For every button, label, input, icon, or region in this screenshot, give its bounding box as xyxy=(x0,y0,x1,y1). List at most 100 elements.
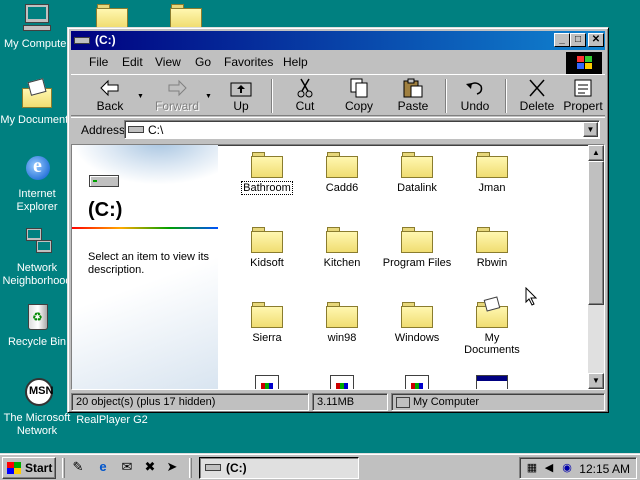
folder-item[interactable]: Datalink xyxy=(380,151,454,194)
show-desktop-icon[interactable]: ➤ xyxy=(163,459,181,475)
desktop-icon-label: RealPlayer G2 xyxy=(76,414,148,426)
cut-button[interactable]: Cut xyxy=(283,77,327,115)
volume-speaker-icon[interactable]: ◀ xyxy=(542,461,556,475)
desktop-icon-label: Internet Explorer xyxy=(16,188,58,213)
desktop-icon-label: My Documents xyxy=(0,114,74,126)
taskbar-window-button[interactable]: (C:) xyxy=(199,457,359,479)
desktop-icon-msn[interactable]: MSN The Microsoft Network xyxy=(0,378,75,438)
toolbar-separator xyxy=(445,79,447,113)
up-button[interactable]: Up xyxy=(219,77,263,115)
scissors-icon xyxy=(293,78,317,98)
folder-item[interactable]: win98 xyxy=(305,301,379,344)
folder-item[interactable]: Sierra xyxy=(230,301,304,344)
scroll-down-button[interactable]: ▼ xyxy=(588,373,604,389)
address-input[interactable]: C:\ ▼ xyxy=(124,120,600,139)
scheduler-icon[interactable]: ▦ xyxy=(525,461,539,475)
edit-pen-icon[interactable]: ✎ xyxy=(69,459,87,475)
desktop-icon-label: Network Neighborhood xyxy=(2,262,72,287)
computer-icon xyxy=(20,4,54,36)
scroll-up-button[interactable]: ▲ xyxy=(588,145,604,161)
paste-button[interactable]: Paste xyxy=(389,77,437,115)
folder-icon[interactable] xyxy=(170,4,202,28)
folder-icon[interactable] xyxy=(96,4,128,28)
internet-explorer-icon[interactable]: e xyxy=(94,459,112,475)
folder-icon xyxy=(251,151,283,178)
recycle-bin-icon: ♻ xyxy=(20,302,54,334)
address-value: C:\ xyxy=(148,123,164,137)
folder-item[interactable]: Cadd6 xyxy=(305,151,379,194)
outlook-express-icon[interactable]: ✉ xyxy=(118,459,136,475)
desktop-icon-label: Recycle Bin xyxy=(7,336,67,348)
menu-help[interactable]: Help xyxy=(283,55,308,69)
status-size: 3.11MB xyxy=(312,393,388,411)
desktop-icon-my-documents[interactable]: My Documents xyxy=(0,78,75,127)
minimize-button[interactable]: _ xyxy=(554,33,570,47)
status-object-count: 20 object(s) (plus 17 hidden) xyxy=(71,393,309,411)
network-icon xyxy=(20,228,54,260)
taskbar-grip[interactable] xyxy=(189,458,192,478)
file-item[interactable] xyxy=(380,375,454,389)
start-button[interactable]: Start xyxy=(2,457,56,479)
folder-icon xyxy=(251,301,283,328)
undo-button[interactable]: Undo xyxy=(453,77,497,115)
folder-icon xyxy=(401,301,433,328)
maximize-button[interactable]: □ xyxy=(570,33,586,47)
file-item[interactable] xyxy=(305,375,379,389)
desktop-icon-internet-explorer[interactable]: e Internet Explorer xyxy=(0,154,75,214)
internet-explorer-icon: e xyxy=(20,154,54,186)
clock[interactable]: 12:15 AM xyxy=(579,462,630,476)
channels-icon[interactable]: ✖ xyxy=(141,459,159,475)
properties-icon xyxy=(571,78,595,98)
system-file-icon xyxy=(255,375,279,389)
standard-toolbar: Back ▼ Forward ▼ Up Cut Copy Paste Undo … xyxy=(71,74,605,116)
address-label: Address xyxy=(81,123,126,137)
folder-item[interactable]: Kidsoft xyxy=(230,226,304,269)
desktop-icon-my-computer[interactable]: My Computer xyxy=(0,4,75,51)
desktop-icon-label: My Computer xyxy=(3,38,71,50)
folder-icon xyxy=(476,226,508,253)
paste-icon xyxy=(401,78,425,98)
desktop-icon-realplayer[interactable]: RealPlayer G2 xyxy=(74,414,150,427)
forward-button[interactable]: Forward xyxy=(149,77,205,115)
folder-item[interactable]: Windows xyxy=(380,301,454,344)
folder-item[interactable]: Program Files xyxy=(380,226,454,269)
folder-icon xyxy=(401,226,433,253)
menu-file[interactable]: File xyxy=(89,55,108,69)
folder-item[interactable]: My Documents xyxy=(455,296,529,356)
properties-button[interactable]: Propert xyxy=(561,77,605,115)
delete-button[interactable]: Delete xyxy=(513,77,561,115)
menu-view[interactable]: View xyxy=(155,55,181,69)
toolbar-separator xyxy=(505,79,507,113)
web-view-pane: (C:) Select an item to view its descript… xyxy=(72,145,218,389)
forward-dropdown-icon[interactable]: ▼ xyxy=(205,93,212,100)
folder-item[interactable]: Jman xyxy=(455,151,529,194)
desktop-icon-recycle-bin[interactable]: ♻ Recycle Bin xyxy=(0,302,75,349)
scroll-thumb[interactable] xyxy=(588,161,604,305)
vertical-scrollbar[interactable]: ▲ ▼ xyxy=(588,145,604,389)
file-icon-grid: Bathroom Cadd6 Datalink Jman Kidsoft Kit… xyxy=(218,145,588,389)
back-dropdown-icon[interactable]: ▼ xyxy=(137,93,144,100)
back-button[interactable]: Back xyxy=(85,77,135,115)
folder-item[interactable]: Rbwin xyxy=(455,226,529,269)
drive-icon xyxy=(74,34,90,46)
network-eye-icon[interactable]: ◉ xyxy=(560,461,574,475)
title-bar[interactable]: (C:) _ □ ✕ xyxy=(71,31,605,50)
quicklaunch-grip[interactable] xyxy=(62,458,65,478)
folder-item[interactable]: Kitchen xyxy=(305,226,379,269)
delete-x-icon xyxy=(525,78,549,98)
desktop-icon-network-neighborhood[interactable]: Network Neighborhood xyxy=(0,228,75,288)
copy-button[interactable]: Copy xyxy=(337,77,381,115)
address-dropdown-button[interactable]: ▼ xyxy=(583,122,598,137)
file-item[interactable] xyxy=(455,375,529,389)
copy-icon xyxy=(347,78,371,98)
close-button[interactable]: ✕ xyxy=(588,33,604,47)
undo-icon xyxy=(463,78,487,98)
folder-item[interactable]: Bathroom xyxy=(230,151,304,195)
address-bar: Address C:\ ▼ xyxy=(71,117,605,139)
file-item[interactable] xyxy=(230,375,304,389)
drive-icon xyxy=(89,175,119,187)
menu-favorites[interactable]: Favorites xyxy=(224,55,273,69)
menu-edit[interactable]: Edit xyxy=(122,55,143,69)
menu-go[interactable]: Go xyxy=(195,55,211,69)
my-documents-folder-icon xyxy=(476,296,508,328)
